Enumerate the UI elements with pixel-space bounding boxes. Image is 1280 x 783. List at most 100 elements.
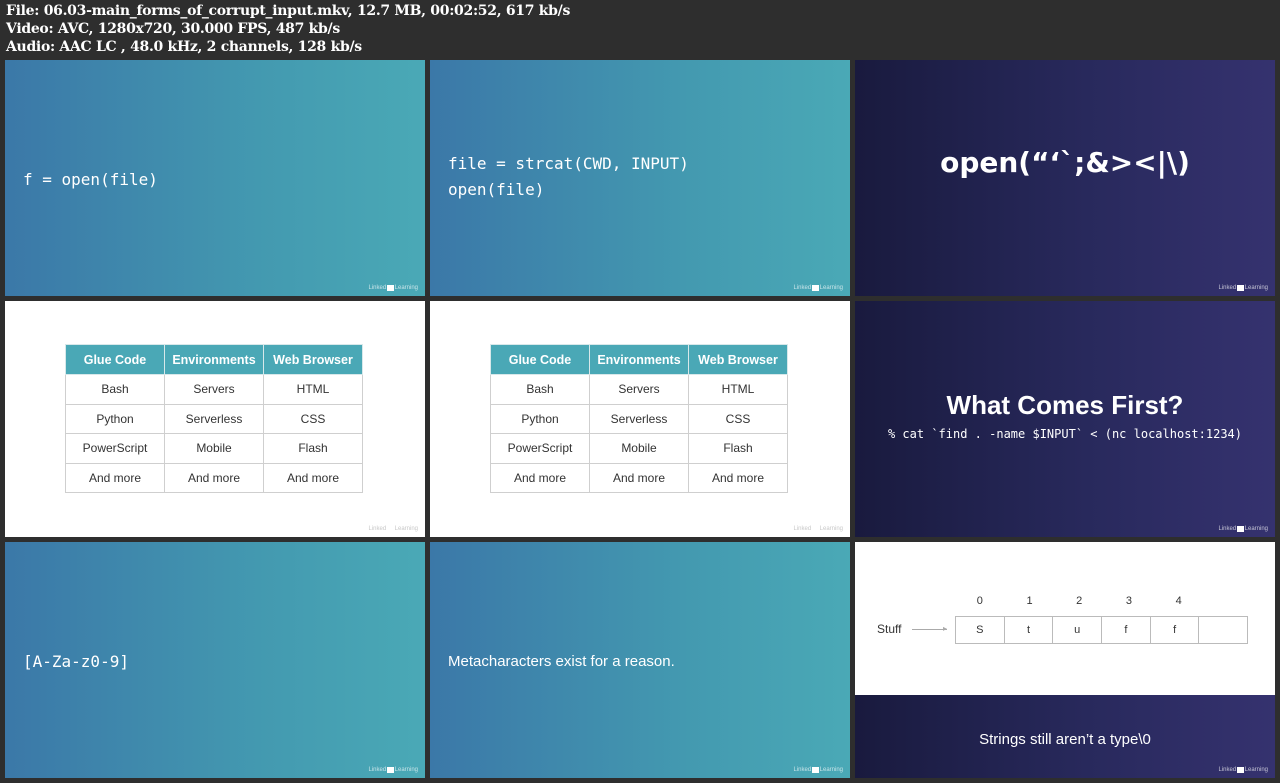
table-row: PowerScript Mobile Flash: [490, 433, 788, 464]
table-row: Bash Servers HTML: [65, 374, 363, 405]
array-cell: f: [1149, 616, 1200, 644]
table-row: PowerScript Mobile Flash: [65, 433, 363, 464]
column-header: Environments: [589, 344, 689, 375]
table-cell: PowerScript: [65, 433, 165, 464]
file-line: File: 06.03-main_forms_of_corrupt_input.…: [6, 3, 571, 19]
slide-text: Metacharacters exist for a reason.: [448, 653, 675, 670]
linkedin-learning-logo: Linked in Learning: [369, 285, 418, 291]
table-cell: Flash: [688, 433, 788, 464]
code-line-1: file = strcat(CWD, INPUT): [448, 154, 689, 173]
logo-text: in: [812, 526, 819, 532]
array-cell: [1198, 616, 1249, 644]
linkedin-learning-logo: Linked in Learning: [368, 767, 418, 773]
array-index: 0: [976, 595, 983, 607]
table-cell: Mobile: [164, 433, 264, 464]
array-cell: f: [1101, 616, 1151, 644]
array-index: 3: [1125, 595, 1132, 607]
table-header-row: Glue Code Environments Web Browser: [65, 344, 363, 375]
caption-band: Strings still aren’t a type\0 Linked in Le…: [855, 695, 1275, 778]
logo-text: Learning: [1244, 285, 1268, 291]
logo-text: Learning: [819, 285, 843, 291]
table-cell: Bash: [65, 374, 165, 405]
table-cell: And more: [65, 462, 165, 493]
logo-text: Linked: [368, 767, 387, 773]
thumbnail-1[interactable]: f = open(file) Linked in Learning: [5, 60, 425, 296]
linkedin-learning-logo: Linked in Learning: [793, 526, 843, 532]
array-index: 2: [1076, 595, 1083, 607]
logo-text: in: [1237, 767, 1244, 773]
array-label: Stuff: [877, 622, 902, 636]
code-text: f = open(file): [23, 170, 158, 189]
column-header: Web Browser: [688, 344, 788, 375]
thumbnail-5[interactable]: Glue Code Environments Web Browser Bash Serv…: [430, 301, 850, 537]
file-info: File: 06.03-main_forms_of_corrupt_input.…: [6, 2, 570, 56]
thumbnail-2[interactable]: file = strcat(CWD, INPUT) open(file) Lin…: [430, 60, 850, 296]
table-cell: CSS: [688, 403, 788, 434]
audio-line: Audio: AAC LC , 48.0 kHz, 2 channels, 12…: [6, 39, 362, 55]
command-text: % cat `find . -name $INPUT` < (nc localh…: [887, 427, 1242, 441]
array-index: 1: [1026, 595, 1033, 607]
table-row: Python Serverless CSS: [490, 403, 788, 434]
column-header: Glue Code: [490, 344, 590, 375]
linkedin-learning-logo: Linked in Learning: [793, 767, 843, 773]
table-cell: Serverless: [589, 403, 689, 434]
table-cell: Serverless: [164, 403, 264, 434]
table-cell: Flash: [263, 433, 363, 464]
table-row: Bash Servers HTML: [490, 374, 788, 405]
table-row: And more And more And more: [65, 462, 363, 493]
regex-text: [A-Za-z0-9]: [23, 652, 129, 671]
caption-text: Strings still aren’t a type\0: [979, 731, 1151, 748]
array-cell: u: [1052, 616, 1103, 644]
linkedin-learning-logo: Linked in Learning: [368, 526, 418, 532]
table-cell: HTML: [688, 374, 788, 405]
table-cell: Mobile: [589, 433, 689, 464]
table-cell: Servers: [589, 374, 689, 405]
table-cell: And more: [263, 462, 363, 493]
thumbnail-6[interactable]: What Comes First? % cat `find . -name $I…: [855, 301, 1275, 537]
logo-text: Linked: [368, 526, 387, 532]
table-cell: And more: [589, 462, 689, 493]
array-cells: Stuff: [955, 616, 1249, 644]
thumbnail-4[interactable]: Glue Code Environments Web Browser Bash Serv…: [5, 301, 425, 537]
table-cell: Python: [490, 403, 590, 434]
slide-title: What Comes First?: [946, 390, 1184, 420]
languages-table: Glue Code Environments Web Browser Bash Serv…: [490, 344, 788, 493]
table-cell: And more: [688, 462, 788, 493]
logo-text: Linked: [793, 285, 812, 291]
table-row: And more And more And more: [490, 462, 788, 493]
table-cell: Bash: [490, 374, 590, 405]
table-row: Python Serverless CSS: [65, 403, 363, 434]
logo-text: Linked: [1218, 285, 1237, 291]
thumbnail-3[interactable]: open(“‘`;&><|\) Linked in Learning: [855, 60, 1275, 296]
linkedin-learning-logo: Linked in Learning: [1218, 285, 1268, 291]
logo-text: in: [1237, 285, 1244, 291]
code-text: open(“‘`;&><|\): [940, 146, 1190, 179]
table-cell: And more: [490, 462, 590, 493]
table-cell: PowerScript: [490, 433, 590, 464]
logo-text: in: [812, 767, 819, 773]
array-cell: S: [955, 616, 1005, 644]
array-cell: t: [1003, 616, 1054, 644]
thumbnail-9[interactable]: 01234 Stuff ▸ Stuff Strings still aren’t…: [855, 542, 1275, 778]
linkedin-learning-logo: Linked in Learning: [1218, 526, 1268, 532]
thumbnail-7[interactable]: [A-Za-z0-9] Linked in Learning: [5, 542, 425, 778]
column-header: Environments: [164, 344, 264, 375]
logo-text: Learning: [819, 526, 843, 532]
arrow-icon: [912, 629, 947, 630]
logo-text: Learning: [394, 526, 418, 532]
logo-text: Linked: [793, 767, 812, 773]
languages-table: Glue Code Environments Web Browser Bash Serv…: [65, 344, 363, 493]
logo-text: in: [812, 285, 819, 291]
arrow-head-icon: ▸: [943, 624, 948, 633]
table-header-row: Glue Code Environments Web Browser: [490, 344, 788, 375]
logo-text: in: [387, 526, 394, 532]
logo-text: Linked: [1218, 526, 1237, 532]
logo-text: Learning: [394, 767, 418, 773]
logo-text: in: [1237, 526, 1244, 532]
logo-text: Learning: [819, 767, 843, 773]
logo-text: Learning: [1244, 767, 1268, 773]
table-cell: Servers: [164, 374, 264, 405]
logo-text: Linked: [1218, 767, 1237, 773]
logo-text: Linked: [793, 526, 812, 532]
thumbnail-8[interactable]: Metacharacters exist for a reason. Linke…: [430, 542, 850, 778]
